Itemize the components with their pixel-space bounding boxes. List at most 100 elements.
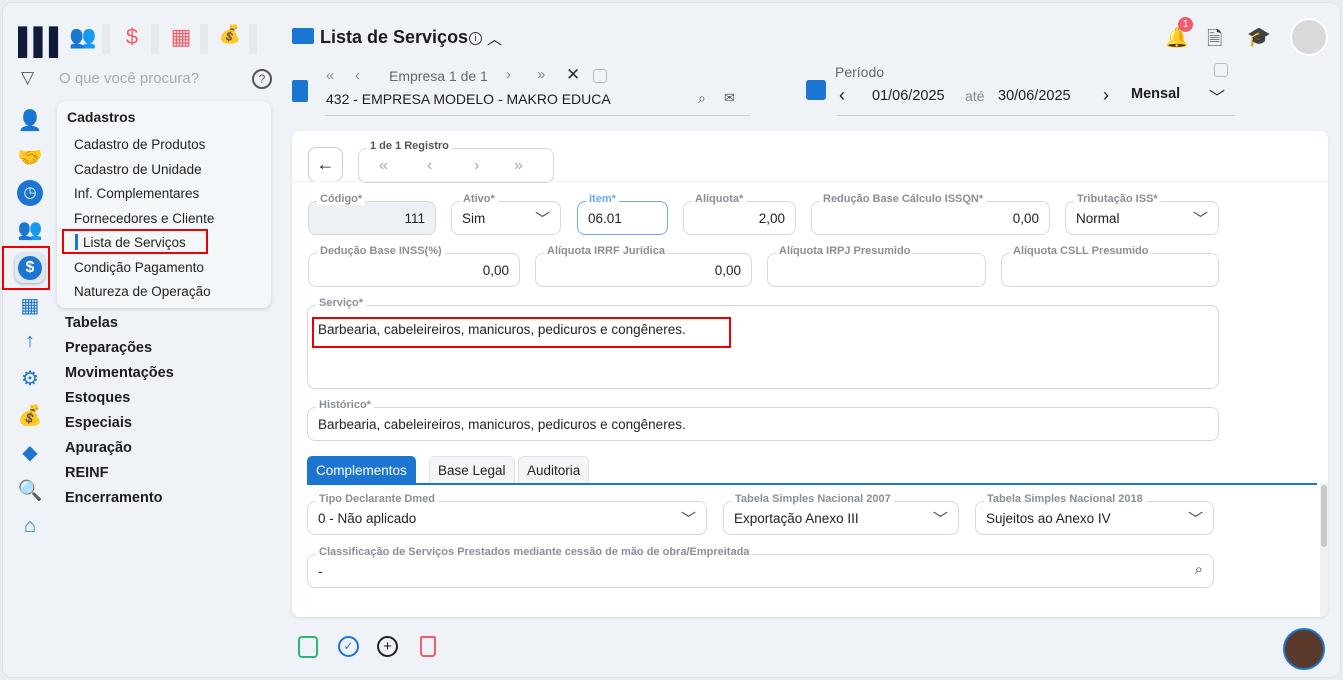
field-label: Tabela Simples Nacional 2007 bbox=[732, 493, 894, 505]
company-checkbox[interactable] bbox=[593, 69, 607, 83]
close-icon[interactable]: ✕ bbox=[566, 65, 580, 85]
field-label: Alíquota IRPJ Presumido bbox=[776, 245, 914, 257]
layers-icon[interactable]: ◆ bbox=[17, 440, 43, 466]
document-search-icon[interactable]: 🗎 bbox=[1207, 25, 1222, 57]
calculator-icon[interactable]: ▦ bbox=[17, 293, 43, 319]
last-icon[interactable]: » bbox=[537, 66, 545, 83]
tab-auditoria[interactable]: Auditoria bbox=[518, 456, 590, 484]
user-settings-icon[interactable]: 👤 bbox=[17, 108, 43, 134]
company-name: 432 - EMPRESA MODELO - MAKRO EDUCA bbox=[326, 91, 611, 107]
record-nav-label: 1 de 1 Registro bbox=[367, 140, 452, 152]
search-icon[interactable]: 🔍 bbox=[17, 478, 43, 504]
form-card: ← 1 de 1 Registro « ‹ › » Código* 111 Ati… bbox=[292, 131, 1328, 617]
field-value: Sujeitos ao Anexo IV bbox=[986, 511, 1111, 526]
divider bbox=[200, 24, 208, 54]
scrollbar-track[interactable] bbox=[1320, 483, 1328, 617]
prev-icon[interactable]: ‹ bbox=[355, 67, 362, 84]
notification-badge: 1 bbox=[1178, 17, 1193, 32]
prev-icon[interactable]: ‹ bbox=[427, 157, 432, 175]
section-movimentacoes[interactable]: Movimentações bbox=[65, 365, 174, 381]
confirm-icon[interactable]: ✓ bbox=[338, 636, 359, 657]
first-icon[interactable]: « bbox=[379, 157, 388, 175]
menu-item[interactable]: Natureza de Operação bbox=[74, 284, 211, 299]
filter-icon[interactable]: ▽ bbox=[21, 68, 34, 88]
historico-input[interactable]: Histórico* Barbearia, cabeleireiros, mani… bbox=[307, 399, 1219, 441]
logo[interactable]: ▌▌▌ bbox=[18, 26, 67, 57]
sn2007-select[interactable]: Tabela Simples Nacional 2007 Exportação A… bbox=[723, 493, 959, 535]
chevron-up-icon[interactable]: ︿ bbox=[487, 28, 502, 49]
prev-period-icon[interactable]: ‹ bbox=[839, 85, 845, 106]
info-icon[interactable]: i bbox=[469, 32, 482, 45]
tab-base-legal[interactable]: Base Legal bbox=[429, 456, 515, 484]
help-icon[interactable]: ? bbox=[252, 69, 272, 89]
next-period-icon[interactable]: › bbox=[1103, 85, 1109, 106]
sn2018-select[interactable]: Tabela Simples Nacional 2018 Sujeitos ao … bbox=[975, 493, 1214, 535]
menu-item[interactable]: Cadastro de Produtos bbox=[74, 137, 205, 152]
menu-item[interactable]: Condição Pagamento bbox=[74, 260, 204, 275]
back-button[interactable]: ← bbox=[308, 147, 343, 182]
last-icon[interactable]: » bbox=[514, 157, 523, 175]
record-nav: 1 de 1 Registro « ‹ › » bbox=[358, 140, 554, 183]
calculator-icon[interactable]: ▦ bbox=[161, 24, 201, 54]
menu-item[interactable]: Inf. Complementares bbox=[74, 186, 199, 201]
next-icon[interactable]: › bbox=[506, 66, 511, 83]
handshake-icon[interactable]: 🤝 bbox=[17, 145, 43, 171]
avatar[interactable] bbox=[1290, 18, 1328, 56]
money-bag-icon[interactable]: 💰 bbox=[17, 403, 43, 429]
search-icon[interactable]: ⌕ bbox=[1195, 561, 1203, 578]
assistant-avatar[interactable] bbox=[1283, 628, 1325, 670]
item-input[interactable]: Item* 06.01 bbox=[577, 193, 668, 235]
search-input[interactable]: O que você procura? bbox=[59, 70, 199, 87]
graduation-cap-icon[interactable]: 🎓 bbox=[1247, 25, 1271, 49]
section-especiais[interactable]: Especiais bbox=[65, 415, 132, 431]
search-icon[interactable]: ⌕ bbox=[698, 90, 706, 107]
building-icon bbox=[292, 80, 308, 102]
trash-icon[interactable] bbox=[420, 636, 436, 657]
chevron-down-icon: ﹀ bbox=[1187, 511, 1203, 528]
menu-title: Cadastros bbox=[67, 109, 136, 125]
field-label: Alíquota IRRF Jurídica bbox=[544, 245, 668, 257]
users-icon[interactable]: 👥 bbox=[17, 217, 43, 243]
field-label: Redução Base Cálculo ISSQN* bbox=[820, 193, 987, 205]
section-preparacoes[interactable]: Preparações bbox=[65, 340, 152, 356]
people-icon[interactable]: 👥 bbox=[63, 24, 103, 54]
csll-input[interactable]: Alíquota CSLL Presumido bbox=[1001, 245, 1219, 287]
irpj-input[interactable]: Alíquota IRPJ Presumido bbox=[767, 245, 986, 287]
irrf-input[interactable]: Alíquota IRRF Jurídica 0,00 bbox=[535, 245, 752, 287]
deducao-input[interactable]: Dedução Base INSS(%) 0,00 bbox=[308, 245, 520, 287]
save-icon[interactable] bbox=[298, 636, 318, 658]
dollar-icon[interactable]: $ bbox=[112, 24, 152, 54]
home-icon[interactable]: ⌂ bbox=[17, 515, 43, 541]
scrollbar-thumb[interactable] bbox=[1321, 485, 1327, 547]
section-reinf[interactable]: REINF bbox=[65, 465, 109, 481]
divider bbox=[325, 115, 750, 116]
field-label: Tributação ISS* bbox=[1074, 193, 1161, 205]
ativo-select[interactable]: Ativo* Sim ﹀ bbox=[451, 193, 561, 235]
add-icon[interactable]: + bbox=[377, 636, 398, 657]
menu-item[interactable]: Fornecedores e Cliente bbox=[74, 211, 214, 226]
arrow-up-icon[interactable]: ↑ bbox=[17, 330, 43, 356]
period-type-select[interactable]: Mensal bbox=[1131, 86, 1180, 102]
section-apuracao[interactable]: Apuração bbox=[65, 440, 132, 456]
classificacao-input[interactable]: Classificação de Serviços Prestados medi… bbox=[307, 546, 1214, 588]
reducao-input[interactable]: Redução Base Cálculo ISSQN* 0,00 bbox=[811, 193, 1050, 235]
clock-icon[interactable]: ◷ bbox=[17, 180, 43, 206]
chevron-down-icon[interactable]: ﹀ bbox=[1209, 84, 1225, 108]
first-icon[interactable]: « bbox=[326, 67, 336, 84]
tab-complementos[interactable]: Complementos bbox=[307, 456, 416, 484]
date-from[interactable]: 01/06/2025 bbox=[872, 88, 945, 104]
money-bag-icon[interactable]: 💰 bbox=[210, 24, 250, 54]
gear-icon[interactable]: ⚙ bbox=[17, 366, 43, 392]
menu-item[interactable]: Cadastro de Unidade bbox=[74, 162, 202, 177]
section-tabelas[interactable]: Tabelas bbox=[65, 315, 118, 331]
section-encerramento[interactable]: Encerramento bbox=[65, 490, 163, 506]
tributacao-select[interactable]: Tributação ISS* Normal ﹀ bbox=[1065, 193, 1219, 235]
aliquota-input[interactable]: Alíquota* 2,00 bbox=[683, 193, 796, 235]
section-estoques[interactable]: Estoques bbox=[65, 390, 130, 406]
dmed-select[interactable]: Tipo Declarante Dmed 0 - Não aplicado ﹀ bbox=[307, 493, 707, 535]
mail-icon[interactable]: ✉ bbox=[724, 90, 735, 106]
next-icon[interactable]: › bbox=[474, 157, 479, 175]
date-to[interactable]: 30/06/2025 bbox=[998, 88, 1071, 104]
cadastros-menu: Cadastros Cadastro de Produtos Cadastro … bbox=[57, 101, 271, 308]
period-checkbox[interactable] bbox=[1214, 63, 1228, 77]
